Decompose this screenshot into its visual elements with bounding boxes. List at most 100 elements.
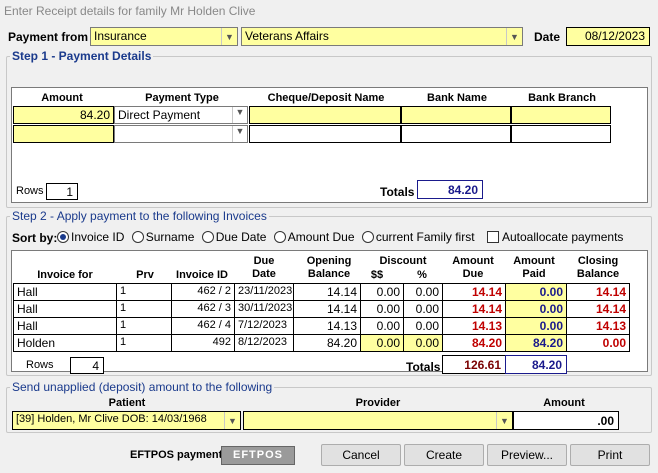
invoice-id-cell: 462 / 2	[171, 283, 235, 301]
header-amount-due: Amount Due	[452, 255, 494, 280]
due-date-cell: 30/11/2023	[234, 300, 294, 318]
discount-pct-cell[interactable]: 0.00	[403, 334, 443, 352]
amount-paid-cell[interactable]: 0.00	[505, 283, 567, 301]
sort-option-family-first[interactable]: current Family first	[361, 230, 475, 244]
payer-value: Veterans Affairs	[245, 29, 329, 43]
unapplied-amount-field[interactable]: .00	[513, 411, 619, 430]
header-invoice-for: Invoice for	[37, 269, 93, 281]
discount-dollars-cell[interactable]: 0.00	[360, 317, 404, 335]
totals-label: Totals	[406, 360, 441, 374]
preview-button[interactable]: Preview...	[487, 444, 567, 466]
rows-label: Rows	[26, 359, 54, 371]
closing-balance-cell: 14.14	[566, 300, 630, 318]
payer-select[interactable]: Veterans Affairs ▼	[241, 27, 523, 46]
discount-dollars-cell[interactable]: 0.00	[360, 300, 404, 318]
print-button[interactable]: Print	[570, 444, 650, 466]
chevron-down-icon[interactable]: ▼	[496, 412, 512, 429]
closing-balance-cell: 14.14	[566, 283, 630, 301]
opening-balance-cell: 14.14	[293, 283, 361, 301]
create-button[interactable]: Create	[404, 444, 484, 466]
invoice-id-cell: 492	[171, 334, 235, 352]
amount-due-cell: 14.14	[442, 300, 506, 318]
bank-name-cell[interactable]	[401, 106, 511, 124]
sort-option-amount-due[interactable]: Amount Due	[273, 230, 355, 244]
step2-title: Step 2 - Apply payment to the following …	[10, 209, 269, 223]
bank-branch-cell[interactable]	[511, 106, 611, 124]
payment-source-select[interactable]: Insurance ▼	[90, 27, 238, 46]
discount-pct-cell[interactable]: 0.00	[403, 317, 443, 335]
chevron-down-icon[interactable]: ▼	[232, 107, 247, 123]
prv-cell: 1	[116, 300, 172, 318]
bank-name-cell[interactable]	[401, 125, 511, 143]
payment-amount-cell[interactable]: 84.20	[13, 106, 114, 124]
header-amount: Amount	[543, 397, 585, 409]
discount-dollars-cell[interactable]: 0.00	[360, 334, 404, 352]
header-payment-type: Payment Type	[145, 92, 219, 104]
payment-amount-cell[interactable]	[13, 125, 114, 143]
discount-dollars-cell[interactable]: 0.00	[360, 283, 404, 301]
radio-icon	[361, 231, 374, 243]
chevron-down-icon[interactable]: ▼	[232, 126, 247, 142]
payment-type-select[interactable]: Direct Payment ▼	[114, 106, 248, 124]
radio-selected-icon	[57, 231, 69, 243]
cheque-name-cell[interactable]	[249, 125, 401, 143]
provider-select[interactable]: ▼	[243, 411, 513, 430]
header-discount-pct: %	[417, 269, 427, 281]
autoallocate-checkbox[interactable]: Autoallocate payments	[487, 230, 623, 244]
header-cheque-name: Cheque/Deposit Name	[267, 92, 385, 104]
unapplied-title: Send unapplied (deposit) amount to the f…	[10, 380, 275, 394]
opening-balance-cell: 84.20	[293, 334, 361, 352]
patient-select[interactable]: [39] Holden, Mr Clive DOB: 14/03/1968 ▼	[12, 411, 241, 430]
header-prv: Prv	[136, 269, 154, 281]
invoice-for-cell: Hall	[13, 300, 117, 318]
cancel-button[interactable]: Cancel	[321, 444, 401, 466]
eftpos-button[interactable]: EFTPOS	[221, 446, 295, 465]
sort-option-surname[interactable]: Surname	[131, 230, 194, 244]
bank-branch-cell[interactable]	[511, 125, 611, 143]
invoice-for-cell: Hall	[13, 317, 117, 335]
chevron-down-icon[interactable]: ▼	[506, 28, 522, 45]
sort-options: Invoice ID Surname Due Date Amount Due c…	[57, 230, 475, 244]
date-field[interactable]: 08/12/2023	[566, 27, 650, 46]
invoice-id-cell: 462 / 3	[171, 300, 235, 318]
totals-label: Totals	[380, 185, 415, 199]
discount-pct-cell[interactable]: 0.00	[403, 300, 443, 318]
amount-paid-cell[interactable]: 0.00	[505, 300, 567, 318]
header-amount: Amount	[41, 92, 83, 104]
radio-icon	[201, 231, 214, 243]
header-discount-dollars: $$	[370, 269, 384, 281]
sort-option-due-date[interactable]: Due Date	[201, 230, 266, 244]
amount-paid-cell[interactable]: 84.20	[505, 334, 567, 352]
patient-value: [39] Holden, Mr Clive DOB: 14/03/1968	[16, 413, 207, 425]
invoices-grid: Invoice for Prv Invoice ID Due Date Open…	[11, 250, 648, 374]
sort-option-invoice-id[interactable]: Invoice ID	[57, 230, 124, 244]
closing-balance-cell: 14.13	[566, 317, 630, 335]
due-date-cell: 8/12/2023	[234, 334, 294, 352]
due-date-cell: 7/12/2023	[234, 317, 294, 335]
header-closing-balance: Closing Balance	[576, 255, 620, 280]
step1-title: Step 1 - Payment Details	[10, 49, 154, 63]
chevron-down-icon[interactable]: ▼	[224, 412, 240, 429]
rows-count-field[interactable]: 1	[46, 183, 78, 200]
radio-icon	[273, 231, 286, 243]
header-invoice-id: Invoice ID	[176, 269, 228, 281]
eftpos-logo: EFTPOS	[232, 449, 283, 461]
header-opening-balance: Opening Balance	[306, 255, 352, 280]
checkbox-icon	[487, 231, 499, 243]
opening-balance-cell: 14.13	[293, 317, 361, 335]
header-bank-name: Bank Name	[427, 92, 487, 104]
chevron-down-icon[interactable]: ▼	[221, 28, 237, 45]
cheque-name-cell[interactable]	[249, 106, 401, 124]
prv-cell: 1	[116, 317, 172, 335]
invoice-id-cell: 462 / 4	[171, 317, 235, 335]
discount-pct-cell[interactable]: 0.00	[403, 283, 443, 301]
invoice-for-cell: Hall	[13, 283, 117, 301]
header-amount-paid: Amount Paid	[513, 255, 555, 280]
amount-paid-cell[interactable]: 0.00	[505, 317, 567, 335]
prv-cell: 1	[116, 334, 172, 352]
payment-type-select[interactable]: ▼	[114, 125, 248, 143]
rows-count-field[interactable]: 4	[70, 357, 104, 374]
payment-total-field: 84.20	[417, 180, 483, 199]
rows-label: Rows	[16, 185, 44, 197]
payment-source-value: Insurance	[94, 29, 147, 43]
